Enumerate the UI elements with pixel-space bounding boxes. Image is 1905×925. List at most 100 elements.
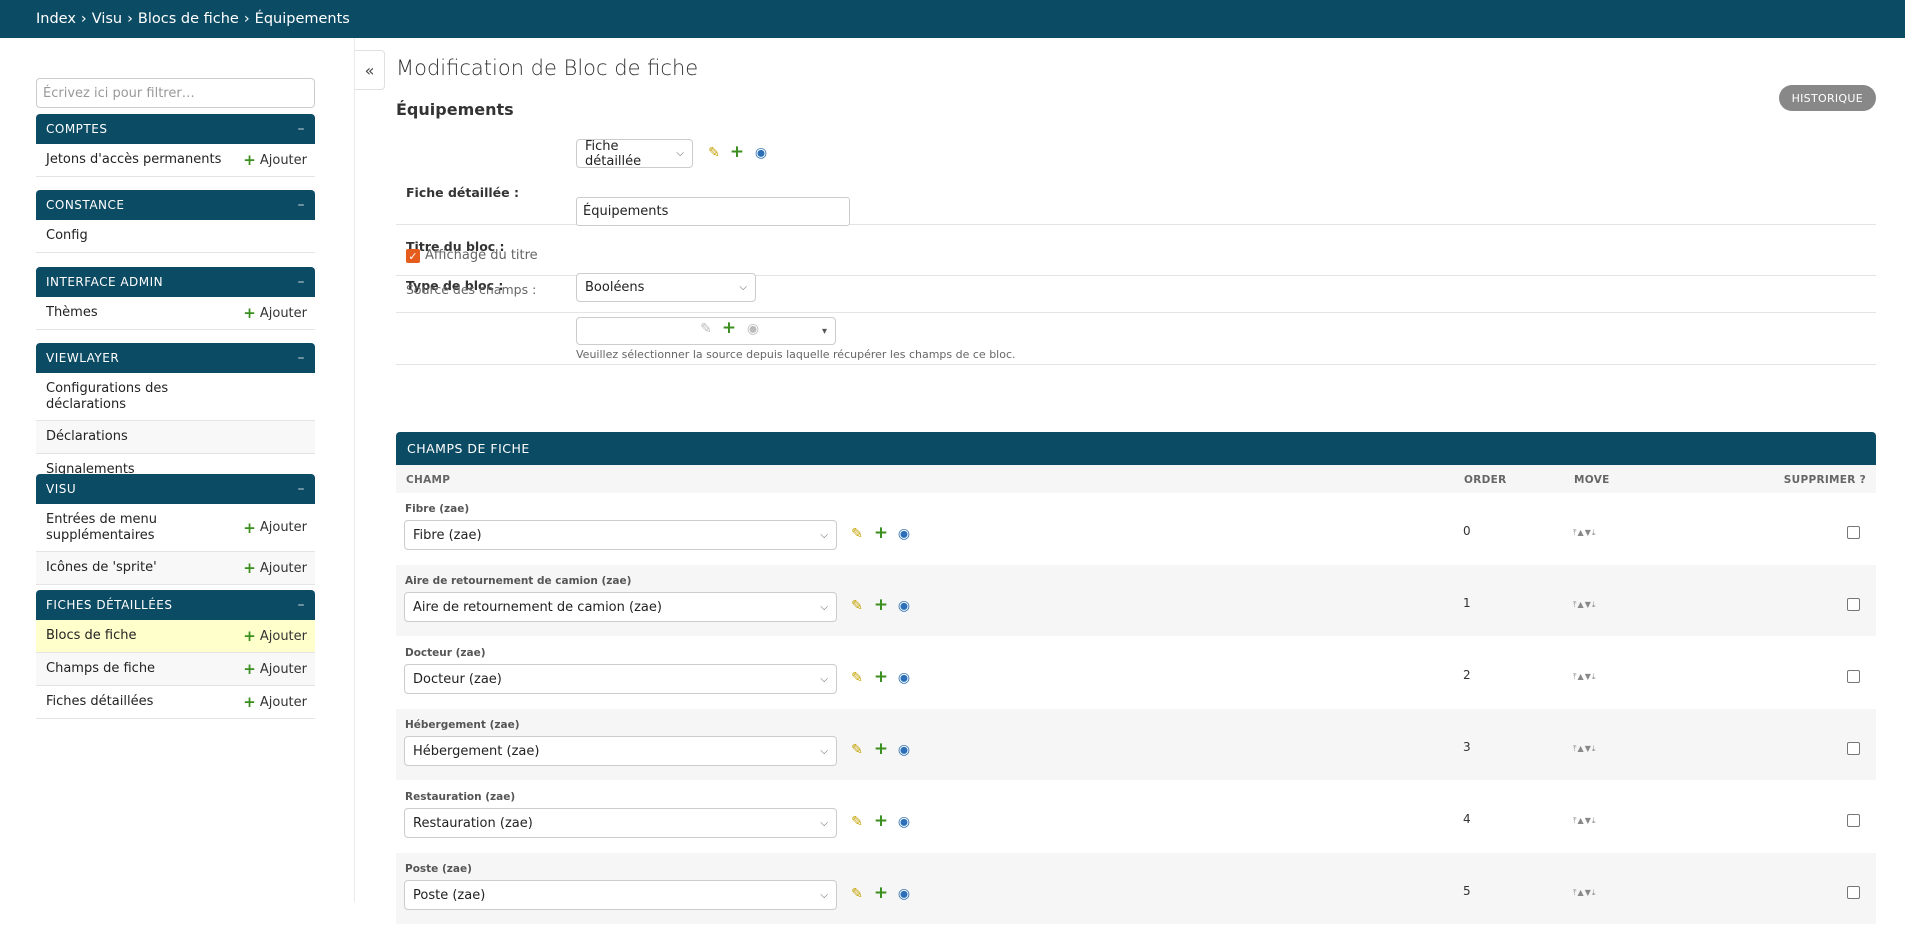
sidebar-add-link[interactable]: + Ajouter xyxy=(243,627,307,645)
sidebar-module: INTERFACE ADMIN – Thèmes + Ajouter xyxy=(36,267,315,330)
breadcrumb: Index › Visu › Blocs de fiche › Équipeme… xyxy=(0,0,1905,38)
type-select[interactable]: Booléens ⌵ xyxy=(576,273,756,302)
sidebar-item-label[interactable]: Configurations des déclarations xyxy=(46,381,196,413)
pencil-icon[interactable]: ✎ xyxy=(849,670,865,686)
fiche-select[interactable]: Fiche détaillée ⌵ xyxy=(576,139,693,169)
champ-select[interactable]: Fibre (zae) ⌵ xyxy=(404,520,837,550)
sidebar-item[interactable]: Champs de fiche + Ajouter xyxy=(36,653,315,686)
order-value: 0 xyxy=(1463,524,1471,538)
eye-icon[interactable]: ◉ xyxy=(896,886,912,902)
eye-icon[interactable]: ◉ xyxy=(896,814,912,830)
collapse-toggle-icon[interactable]: – xyxy=(298,197,306,213)
plus-icon[interactable]: + xyxy=(873,595,889,615)
sidebar-item-label[interactable]: Entrées de menu supplémentaires xyxy=(46,512,196,544)
delete-checkbox[interactable] xyxy=(1847,526,1860,539)
sidebar-add-link[interactable]: + Ajouter xyxy=(243,693,307,711)
move-arrows-icon[interactable]: ⤒▲▼⤓ xyxy=(1573,600,1596,610)
eye-icon[interactable]: ◉ xyxy=(896,670,912,686)
sidebar-item[interactable]: Configurations des déclarations xyxy=(36,373,315,421)
delete-checkbox[interactable] xyxy=(1847,886,1860,899)
sidebar-item-label[interactable]: Config xyxy=(46,228,88,244)
sidebar-item-label[interactable]: Champs de fiche xyxy=(46,661,155,677)
sidebar-item[interactable]: Entrées de menu supplémentaires + Ajouter xyxy=(36,504,315,552)
sidebar-item-label[interactable]: Thèmes xyxy=(46,305,98,321)
sidebar-item[interactable]: Fiches détaillées + Ajouter xyxy=(36,686,315,719)
sidebar-module-header[interactable]: INTERFACE ADMIN – xyxy=(36,267,315,297)
plus-icon[interactable]: + xyxy=(873,811,889,831)
sidebar-item[interactable]: Thèmes + Ajouter xyxy=(36,297,315,330)
sidebar-item-label[interactable]: Blocs de fiche xyxy=(46,628,137,644)
eye-icon[interactable]: ◉ xyxy=(896,598,912,614)
sidebar-module-header[interactable]: COMPTES – xyxy=(36,114,315,144)
move-arrows-icon[interactable]: ⤒▲▼⤓ xyxy=(1573,744,1596,754)
sidebar-add-link[interactable]: + Ajouter xyxy=(243,660,307,678)
move-arrows-icon[interactable]: ⤒▲▼⤓ xyxy=(1573,888,1596,898)
collapse-toggle-icon[interactable]: – xyxy=(298,481,306,497)
sidebar-filter-input[interactable]: Écrivez ici pour filtrer… xyxy=(36,78,315,108)
sidebar-item[interactable]: Config xyxy=(36,220,315,253)
move-arrows-icon[interactable]: ⤒▲▼⤓ xyxy=(1573,672,1596,682)
type-select-value: Booléens xyxy=(585,280,645,295)
move-arrows-icon[interactable]: ⤒▲▼⤓ xyxy=(1573,816,1596,826)
sidebar-module-header[interactable]: VISU – xyxy=(36,474,315,504)
sidebar-item[interactable]: Icônes de 'sprite' + Ajouter xyxy=(36,552,315,585)
pencil-icon[interactable]: ✎ xyxy=(849,742,865,758)
delete-checkbox[interactable] xyxy=(1847,814,1860,827)
eye-icon[interactable]: ◉ xyxy=(896,742,912,758)
sidebar-item-label[interactable]: Icônes de 'sprite' xyxy=(46,560,157,576)
collapse-toggle-icon[interactable]: – xyxy=(298,350,306,366)
sidebar-item[interactable]: Déclarations xyxy=(36,421,315,454)
chevron-down-icon: ⌵ xyxy=(820,673,828,685)
champ-select[interactable]: Hébergement (zae) ⌵ xyxy=(404,736,837,766)
delete-checkbox[interactable] xyxy=(1847,598,1860,611)
move-arrows-icon[interactable]: ⤒▲▼⤓ xyxy=(1573,528,1596,538)
sidebar-add-link[interactable]: + Ajouter xyxy=(243,151,307,169)
pencil-icon[interactable]: ✎ xyxy=(849,526,865,542)
breadcrumb-blocs-de-fiche[interactable]: Blocs de fiche xyxy=(138,11,239,27)
plus-icon[interactable]: + xyxy=(729,142,745,162)
eye-icon[interactable]: ◉ xyxy=(745,321,761,337)
sidebar-add-label: Ajouter xyxy=(259,560,307,576)
collapse-toggle-icon[interactable]: – xyxy=(298,274,306,290)
sidebar-item-label[interactable]: Déclarations xyxy=(46,429,128,445)
history-button[interactable]: HISTORIQUE xyxy=(1778,85,1876,111)
table-row: Fibre (zae) Fibre (zae) ⌵ ✎ + ◉ 0 ⤒▲▼⤓ xyxy=(396,493,1876,565)
collapse-toggle-icon[interactable]: – xyxy=(298,121,306,137)
pencil-icon[interactable]: ✎ xyxy=(849,598,865,614)
plus-icon[interactable]: + xyxy=(721,318,737,338)
sidebar-item-label[interactable]: Jetons d'accès permanents xyxy=(46,152,221,168)
affichage-label[interactable]: Affichage du titre xyxy=(425,248,538,263)
collapse-sidebar-button[interactable]: « xyxy=(355,50,385,90)
sidebar-module-header[interactable]: VIEWLAYER – xyxy=(36,343,315,373)
champ-select[interactable]: Restauration (zae) ⌵ xyxy=(404,808,837,838)
breadcrumb-visu[interactable]: Visu xyxy=(92,11,122,27)
eye-icon[interactable]: ◉ xyxy=(753,145,769,161)
delete-checkbox[interactable] xyxy=(1847,670,1860,683)
pencil-icon[interactable]: ✎ xyxy=(849,814,865,830)
plus-icon[interactable]: + xyxy=(873,883,889,903)
sidebar-add-link[interactable]: + Ajouter xyxy=(243,559,307,577)
delete-checkbox[interactable] xyxy=(1847,742,1860,755)
pencil-icon[interactable]: ✎ xyxy=(706,145,722,161)
plus-icon[interactable]: + xyxy=(873,523,889,543)
sidebar-module-header[interactable]: CONSTANCE – xyxy=(36,190,315,220)
sidebar-add-link[interactable]: + Ajouter xyxy=(243,519,307,537)
affichage-checkbox[interactable]: ✓ xyxy=(406,249,420,263)
sidebar-module-title: CONSTANCE xyxy=(46,198,125,212)
sidebar-item[interactable]: Blocs de fiche + Ajouter xyxy=(36,620,315,653)
breadcrumb-index[interactable]: Index xyxy=(36,11,76,27)
champ-select[interactable]: Docteur (zae) ⌵ xyxy=(404,664,837,694)
sidebar-item[interactable]: Jetons d'accès permanents + Ajouter xyxy=(36,144,315,177)
collapse-toggle-icon[interactable]: – xyxy=(298,597,306,613)
sidebar-module-header[interactable]: FICHES DÉTAILLÉES – xyxy=(36,590,315,620)
plus-icon[interactable]: + xyxy=(873,667,889,687)
sidebar-add-link[interactable]: + Ajouter xyxy=(243,304,307,322)
titre-input[interactable]: Équipements xyxy=(576,197,850,226)
plus-icon[interactable]: + xyxy=(873,739,889,759)
eye-icon[interactable]: ◉ xyxy=(896,526,912,542)
pencil-icon[interactable]: ✎ xyxy=(698,321,714,337)
pencil-icon[interactable]: ✎ xyxy=(849,886,865,902)
champ-select[interactable]: Poste (zae) ⌵ xyxy=(404,880,837,910)
sidebar-item-label[interactable]: Fiches détaillées xyxy=(46,694,153,710)
champ-select[interactable]: Aire de retournement de camion (zae) ⌵ xyxy=(404,592,837,622)
